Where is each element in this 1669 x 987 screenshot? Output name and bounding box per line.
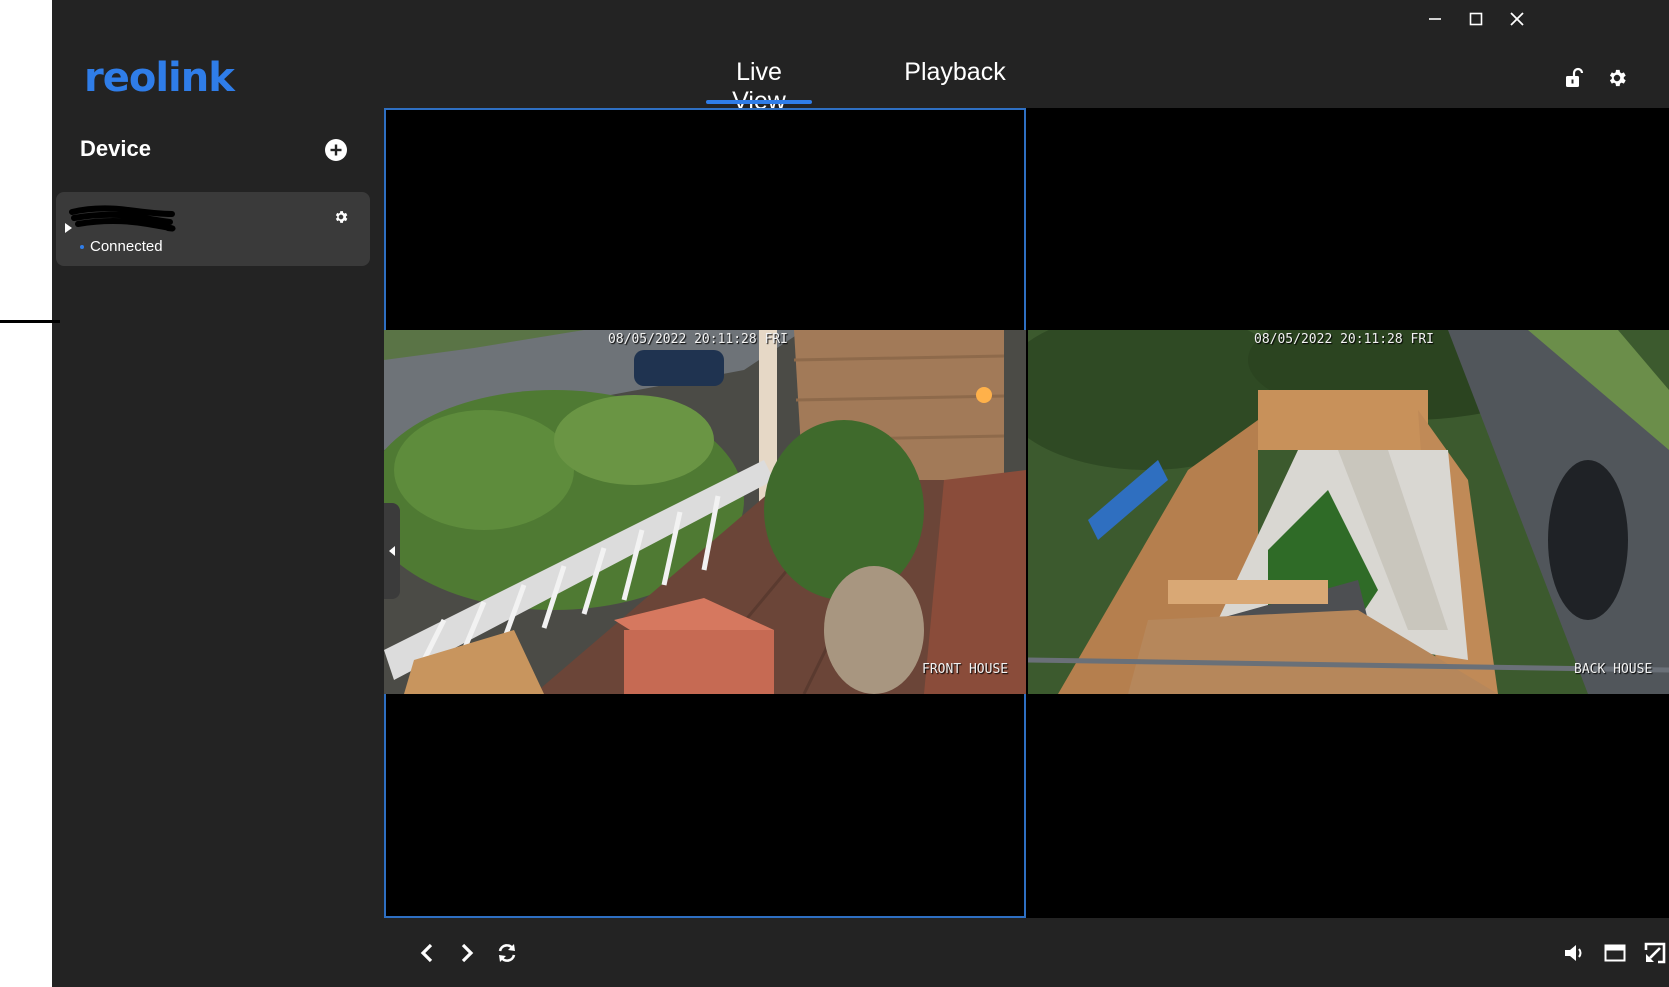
camera-feed-back-house [1028,330,1669,694]
close-icon [1510,12,1524,26]
tab-live-view-label: Live View [732,58,786,115]
sidebar-collapse-button[interactable] [384,503,400,599]
device-status-text: Connected [90,238,163,255]
volume-icon [1565,945,1582,961]
camera-feed-front-house [384,330,1026,694]
layout-button[interactable] [1602,940,1628,966]
reolink-app-window: reolink Live View Playback Device Connec… [0,0,1669,987]
lock-button[interactable] [1562,65,1588,91]
gear-icon [335,211,348,223]
minimize-icon [1429,18,1441,20]
close-button[interactable] [1502,6,1532,32]
fullscreen-button[interactable] [1642,940,1668,966]
sidebar-title: Device [80,136,151,161]
bottom-toolbar [384,918,1669,987]
redaction-line [0,320,60,323]
reolink-logo: reolink [84,55,235,101]
volume-button[interactable] [1562,940,1588,966]
fullscreen-icon [1644,942,1666,964]
plus-circle-icon [325,139,347,161]
device-settings-button[interactable] [332,208,350,226]
app-header: reolink Live View Playback [52,40,1669,115]
tab-playback-label: Playback [904,58,1006,86]
previous-page-button[interactable] [414,940,440,966]
unlock-icon [1566,67,1584,87]
add-device-button[interactable] [324,138,348,162]
device-sidebar: Device Connected [0,108,382,987]
status-dot [80,244,84,249]
chevron-right-icon [461,943,474,963]
minimize-button[interactable] [1420,6,1450,32]
tab-playback[interactable]: Playback [902,58,1008,104]
layout-icon [1604,944,1626,962]
camera-label-overlay: FRONT HOUSE [922,662,1009,677]
chevron-left-small-icon [389,546,395,556]
channel-back-house[interactable]: 08/05/2022 20:11:28 FRI BACK HOUSE [1028,108,1669,918]
channel-front-house[interactable]: 08/05/2022 20:11:28 FRI FRONT HOUSE [384,108,1026,918]
chevron-left-icon [420,943,433,963]
maximize-icon [1469,12,1483,26]
timestamp-overlay: 08/05/2022 20:11:28 FRI [608,332,789,347]
active-tab-indicator [706,100,812,104]
next-page-button[interactable] [454,940,480,966]
maximize-button[interactable] [1461,6,1491,32]
tab-live-view[interactable]: Live View [706,58,812,115]
device-status: Connected [80,238,163,255]
back-house-scene [1028,330,1669,694]
settings-gear-icon [1609,69,1626,87]
redaction-scribble [69,205,176,232]
camera-label-overlay: BACK HOUSE [1574,662,1653,677]
settings-button[interactable] [1604,65,1630,91]
refresh-button[interactable] [494,940,520,966]
title-bar [52,0,1669,40]
device-name-redacted [68,204,176,232]
refresh-icon [498,944,516,962]
front-house-scene [384,330,1026,694]
timestamp-overlay: 08/05/2022 20:11:28 FRI [1254,332,1435,347]
live-view-grid: 08/05/2022 20:11:28 FRI FRONT HOUSE 08/0… [384,108,1669,918]
device-card[interactable]: Connected [56,192,370,266]
